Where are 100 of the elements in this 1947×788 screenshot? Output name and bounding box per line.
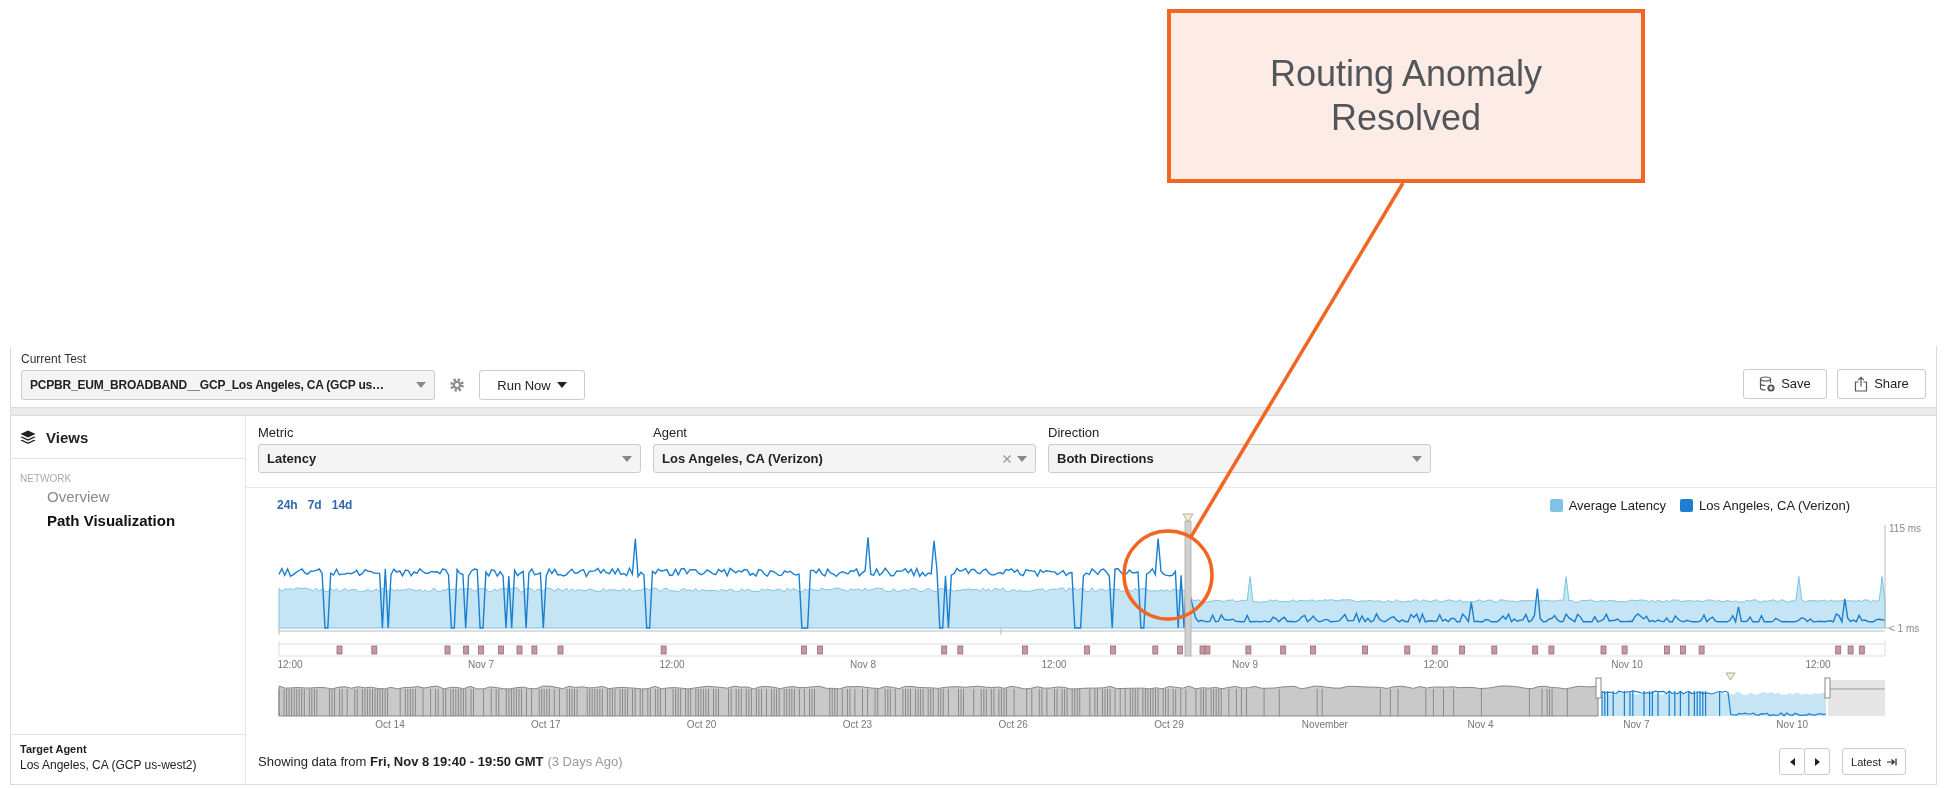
latest-button[interactable]: Latest [1842, 748, 1906, 775]
range-link[interactable]: 14d [331, 498, 353, 512]
axis-label: Oct 23 [842, 719, 873, 730]
event-marker[interactable] [1280, 645, 1287, 655]
marker-triangle-icon [1182, 513, 1194, 523]
axis-label: Nov 9 [1231, 659, 1259, 670]
axis-label: < 1 ms [1889, 623, 1920, 634]
event-marker[interactable] [1600, 645, 1607, 655]
axis-label: Nov 10 [1776, 719, 1809, 730]
time-cursor[interactable] [1184, 520, 1192, 657]
event-marker[interactable] [1548, 645, 1555, 655]
field-value: Los Angeles, CA (GCP us-west2) [20, 758, 198, 772]
caret-down-icon [622, 455, 632, 462]
database-plus-icon [1759, 375, 1776, 392]
caret-down-icon [1017, 455, 1027, 462]
event-marker[interactable] [660, 645, 667, 655]
caret-right-icon [1814, 757, 1820, 766]
axis-label: Oct 20 [686, 719, 717, 730]
next-button[interactable] [1804, 748, 1831, 775]
axis-label: 12:00 [1805, 659, 1831, 670]
field-label: Metric [258, 425, 295, 441]
field-label: Agent [653, 425, 688, 441]
range-link[interactable]: 7d [307, 498, 322, 512]
settings-icon[interactable] [449, 377, 465, 393]
event-marker[interactable] [444, 645, 451, 655]
event-marker[interactable] [1110, 645, 1116, 655]
event-marker[interactable] [941, 645, 948, 655]
legend-label: Average Latency [1568, 497, 1666, 513]
event-marker[interactable] [336, 645, 343, 655]
event-marker[interactable] [371, 645, 378, 655]
event-marker[interactable] [1404, 645, 1411, 655]
legend-label: Los Angeles, CA (Verizon) [1698, 497, 1850, 513]
dropdown[interactable]: Los Angeles, CA (Verizon) [653, 444, 1036, 473]
field-label: Direction [1048, 425, 1101, 441]
event-marker[interactable] [557, 645, 564, 655]
event-marker[interactable] [1084, 645, 1090, 655]
event-marker[interactable] [1177, 645, 1183, 655]
dropdown[interactable]: Latency [258, 444, 641, 473]
event-marker[interactable] [516, 645, 523, 655]
event-marker[interactable] [1621, 645, 1628, 655]
axis-label: Nov 10 [1611, 659, 1643, 670]
sidebar-item[interactable]: Overview [11, 484, 245, 508]
axis-label: Oct 14 [375, 719, 405, 730]
share-button[interactable]: Share [1837, 368, 1926, 399]
callout-text: Routing Anomaly Resolved [1268, 52, 1544, 140]
event-marker[interactable] [1532, 645, 1539, 655]
layers-icon [20, 429, 36, 445]
event-marker[interactable] [1698, 645, 1705, 655]
event-marker[interactable] [498, 645, 504, 655]
previous-button[interactable] [1779, 748, 1806, 775]
event-marker[interactable] [1310, 645, 1316, 655]
event-marker[interactable] [531, 645, 538, 655]
arrow-to-bar-icon [1887, 757, 1897, 766]
caret-down-icon [1412, 455, 1422, 462]
event-marker[interactable] [463, 645, 469, 655]
event-marker[interactable] [1362, 645, 1368, 655]
selection-handle[interactable] [1824, 677, 1831, 699]
status-text: Showing data from Fri, Nov 8 19:40 - 19:50 GMT [258, 754, 544, 769]
event-marker[interactable] [1022, 645, 1028, 655]
event-marker[interactable] [817, 645, 823, 655]
event-marker[interactable] [1199, 645, 1206, 655]
dropdown[interactable]: Both Directions [1048, 444, 1431, 473]
panel-title: Views [46, 428, 89, 446]
test-dropdown[interactable]: PCPBR_EUM_BROADBAND__GCP_Los Angeles, CA (GCP us… [21, 370, 435, 400]
event-marker[interactable] [1245, 645, 1252, 655]
event-marker[interactable] [1152, 645, 1159, 655]
axis-label: 12:00 [1423, 659, 1449, 670]
axis-label: Oct 17 [531, 719, 561, 730]
axis-label: Oct 26 [998, 719, 1028, 730]
event-marker[interactable] [1835, 645, 1842, 655]
event-marker[interactable] [1680, 645, 1686, 655]
range-link[interactable]: 24h [277, 498, 298, 512]
axis-label: Nov 4 [1467, 719, 1494, 730]
event-marker[interactable] [1491, 645, 1498, 655]
sidebar-item[interactable]: Path Visualization [11, 508, 245, 532]
close-icon[interactable] [1003, 454, 1011, 463]
event-marker[interactable] [1204, 645, 1211, 655]
event-marker[interactable] [1847, 645, 1854, 655]
caret-down-icon [556, 382, 567, 388]
axis-label: 12:00 [277, 659, 303, 670]
selection-handle[interactable] [1595, 677, 1602, 699]
axis-label: Nov 7 [1623, 719, 1650, 730]
run-now-button[interactable]: Run Now [479, 370, 585, 400]
event-marker[interactable] [478, 645, 484, 655]
axis-label: Nov 7 [467, 659, 495, 670]
event-marker[interactable] [1664, 645, 1670, 655]
time-ago-text: (3 Days Ago) [547, 754, 623, 769]
axis-label: Oct 29 [1154, 719, 1184, 730]
field-label: Target Agent [20, 743, 88, 755]
event-marker[interactable] [1858, 645, 1865, 655]
event-marker[interactable] [957, 645, 964, 655]
overview-future-area [1828, 680, 1886, 716]
axis-label: November [1301, 719, 1348, 730]
event-marker[interactable] [1431, 645, 1438, 655]
axis-label: 12:00 [659, 659, 685, 670]
event-marker[interactable] [801, 645, 807, 655]
axis-label: Nov 8 [849, 659, 877, 670]
event-marker[interactable] [1459, 645, 1465, 655]
axis-label: 115 ms [1889, 523, 1922, 534]
save-button[interactable]: Save [1743, 368, 1827, 399]
